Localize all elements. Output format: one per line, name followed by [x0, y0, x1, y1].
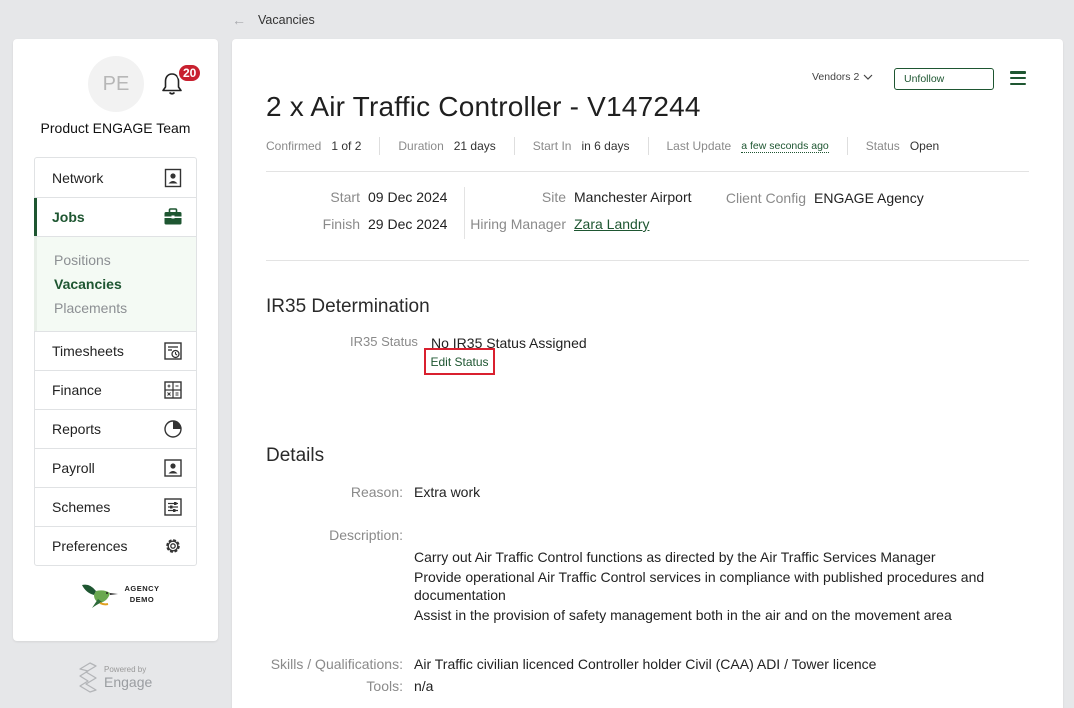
description-text: Carry out Air Traffic Control functions …	[414, 548, 1014, 626]
description-line: Provide operational Air Traffic Control …	[414, 569, 985, 603]
breadcrumb-label[interactable]: Vacancies	[258, 13, 315, 27]
nav-label: Schemes	[52, 499, 111, 515]
nav-item-schemes[interactable]: Schemes	[35, 487, 196, 526]
site-label: Site	[541, 189, 566, 205]
person-card-icon	[164, 459, 182, 477]
nav-label: Jobs	[52, 209, 85, 225]
sliders-icon	[164, 498, 182, 516]
divider	[266, 260, 1029, 261]
finish-value: 29 Dec 2024	[368, 216, 448, 232]
edit-status-button[interactable]: Edit Status	[424, 348, 495, 375]
finish-row: Finish 29 Dec 2024	[266, 216, 448, 232]
nav-item-network[interactable]: Network	[35, 158, 196, 197]
calculator-icon	[164, 381, 182, 399]
nav-item-reports[interactable]: Reports	[35, 409, 196, 448]
client-config-row: Client Config ENGAGE Agency	[702, 190, 924, 206]
hiring-manager-row: Hiring Manager Zara Landry	[470, 216, 649, 232]
confirmed-label: Confirmed	[266, 139, 322, 153]
back-arrow-icon[interactable]: ←	[232, 12, 246, 28]
divider	[266, 171, 1029, 172]
chevron-down-icon	[863, 74, 873, 80]
nav-item-timesheets[interactable]: Timesheets	[35, 331, 196, 370]
submenu-item-positions[interactable]: Positions	[54, 248, 196, 272]
nav-label: Finance	[52, 382, 102, 398]
tools-value: n/a	[414, 678, 434, 694]
breadcrumb: ← Vacancies	[232, 12, 315, 28]
hiring-manager-label: Hiring Manager	[470, 216, 566, 232]
nav-label: Payroll	[52, 460, 95, 476]
engage-brand: Engage	[104, 673, 153, 690]
ir35-status-label: IR35 Status	[350, 334, 418, 349]
divider	[464, 187, 465, 239]
last-update-value[interactable]: a few seconds ago	[741, 140, 829, 153]
powered-by-label: Powered by	[104, 664, 147, 674]
description-line: Assist in the provision of safety manage…	[414, 607, 952, 623]
agency-logo: AGENCY DEMO	[80, 579, 160, 609]
status-label: Status	[865, 139, 900, 153]
ir35-heading: IR35 Determination	[266, 296, 430, 317]
duration-label: Duration	[398, 139, 444, 153]
vacancy-detail-card: Vendors 2 Unfollow 2 x Air Traffic Contr…	[232, 39, 1063, 708]
hummingbird-logo-icon	[82, 584, 118, 608]
main-nav: Network Jobs Positions Vacancies Placeme…	[34, 157, 197, 566]
status-value: Open	[909, 139, 940, 153]
finish-label: Finish	[322, 216, 360, 232]
briefcase-icon	[164, 208, 182, 225]
sidebar: PE 20 Product ENGAGE Team Network Jobs P…	[13, 39, 218, 641]
description-line: Carry out Air Traffic Control functions …	[414, 549, 936, 565]
skills-value: Air Traffic civilian licenced Controller…	[414, 656, 877, 672]
tools-label: Tools:	[366, 678, 403, 694]
nav-label: Timesheets	[52, 343, 124, 359]
notification-badge: 20	[177, 63, 203, 83]
confirmed-value: 1 of 2	[331, 139, 362, 153]
description-label: Description:	[329, 527, 403, 543]
pie-chart-icon	[164, 420, 182, 438]
start-row: Start 09 Dec 2024	[266, 189, 447, 205]
agency-logo-text: AGENCY DEMO	[124, 584, 160, 604]
contact-card-icon	[164, 168, 182, 187]
nav-item-jobs[interactable]: Jobs	[34, 197, 196, 236]
start-value: 09 Dec 2024	[368, 189, 448, 205]
team-name: Product ENGAGE Team	[40, 120, 191, 136]
reason-value: Extra work	[414, 484, 481, 500]
details-heading: Details	[266, 445, 325, 466]
nav-item-preferences[interactable]: Preferences	[35, 526, 196, 565]
vendors-label: Vendors 2	[812, 71, 860, 83]
nav-item-payroll[interactable]: Payroll	[35, 448, 196, 487]
jobs-submenu: Positions Vacancies Placements	[34, 236, 196, 331]
engage-logo-icon	[79, 662, 97, 693]
nav-item-finance[interactable]: Finance	[35, 370, 196, 409]
client-config-value: ENGAGE Agency	[814, 190, 924, 206]
last-update-label: Last Update	[666, 139, 732, 153]
unfollow-button[interactable]: Unfollow	[894, 68, 994, 90]
duration-value: 21 days	[453, 139, 496, 153]
hiring-manager-link[interactable]: Zara Landry	[574, 216, 649, 232]
menu-icon[interactable]	[1010, 71, 1026, 85]
site-value: Manchester Airport	[574, 189, 692, 205]
timesheet-icon	[164, 342, 182, 360]
nav-label: Reports	[52, 421, 102, 437]
start-in-label: Start In	[532, 139, 572, 153]
nav-label: Network	[52, 169, 104, 186]
start-label: Start	[330, 189, 360, 205]
submenu-item-vacancies[interactable]: Vacancies	[54, 272, 196, 296]
vacancy-meta: Confirmed 1 of 2 Duration 21 days Start In…	[266, 137, 957, 155]
powered-by-engage: Powered by Engage	[78, 661, 152, 693]
avatar[interactable]: PE	[88, 56, 144, 112]
gear-icon	[166, 539, 180, 553]
reason-label: Reason:	[350, 484, 403, 500]
client-config-label: Client Config	[725, 190, 806, 206]
submenu-item-placements[interactable]: Placements	[54, 296, 196, 320]
skills-label: Skills / Qualifications:	[270, 656, 403, 672]
vendors-dropdown[interactable]: Vendors 2	[812, 71, 873, 83]
site-row: Site Manchester Airport	[470, 189, 692, 205]
page-title: 2 x Air Traffic Controller - V147244	[266, 91, 701, 122]
start-in-value: in 6 days	[581, 139, 630, 153]
nav-label: Preferences	[52, 538, 128, 554]
